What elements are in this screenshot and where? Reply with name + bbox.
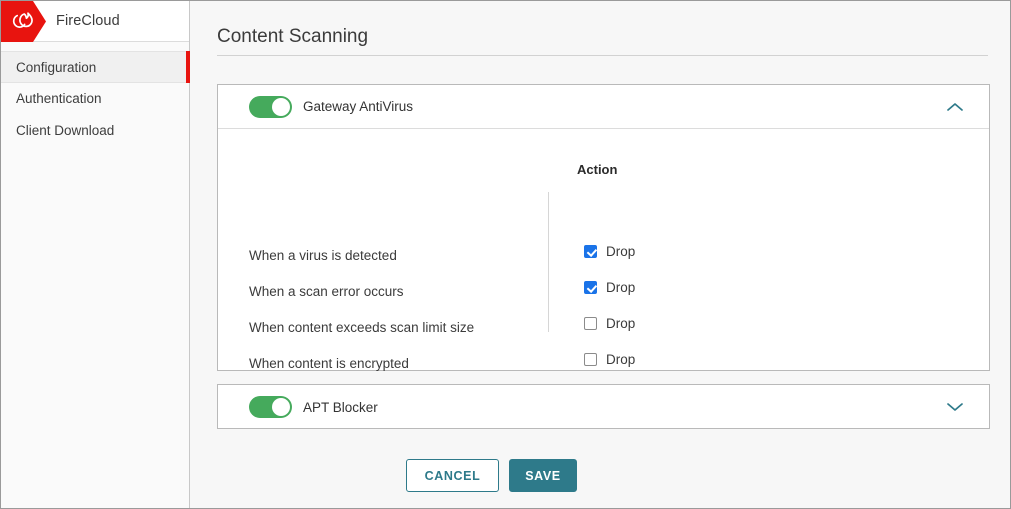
sidebar-item-label: Authentication	[16, 91, 102, 106]
checkbox-label: Drop	[606, 352, 635, 367]
checkbox-drop-virus-detected[interactable]	[584, 245, 597, 258]
title-divider	[217, 55, 988, 56]
checkbox-drop-scan-error[interactable]	[584, 281, 597, 294]
checkbox-label: Drop	[606, 316, 635, 331]
main-content: Content Scanning Gateway AntiVirus Actio…	[190, 1, 1010, 508]
row-label: When a scan error occurs	[249, 283, 404, 301]
sidebar-item-label: Configuration	[16, 60, 96, 75]
brand-header: FireCloud	[1, 1, 189, 42]
page-title: Content Scanning	[217, 26, 368, 48]
toggle-knob	[272, 98, 290, 116]
row-label: When a virus is detected	[249, 247, 397, 265]
panel-apt-blocker: APT Blocker	[217, 384, 990, 429]
save-button[interactable]: SAVE	[509, 459, 577, 492]
sidebar-item-label: Client Download	[16, 123, 114, 138]
panel-title-gateway-antivirus: Gateway AntiVirus	[303, 99, 413, 114]
sidebar-nav: Configuration Authentication Client Down…	[1, 42, 189, 147]
action-cell: Drop	[584, 352, 635, 367]
toggle-apt-blocker[interactable]	[249, 396, 292, 418]
toggle-knob	[272, 398, 290, 416]
checkbox-drop-scan-limit-exceeded[interactable]	[584, 317, 597, 330]
sidebar-item-configuration[interactable]: Configuration	[1, 51, 189, 83]
action-cell: Drop	[584, 280, 635, 295]
panel-gateway-antivirus: Gateway AntiVirus Action When a virus is…	[217, 84, 990, 371]
sidebar: FireCloud Configuration Authentication C…	[1, 1, 190, 508]
sidebar-item-authentication[interactable]: Authentication	[1, 83, 189, 115]
form-actions: CANCEL SAVE	[406, 459, 577, 492]
checkbox-drop-content-encrypted[interactable]	[584, 353, 597, 366]
chevron-up-icon[interactable]	[947, 85, 963, 129]
panel-title-apt-blocker: APT Blocker	[303, 400, 378, 415]
toggle-gateway-antivirus[interactable]	[249, 96, 292, 118]
chevron-down-icon[interactable]	[947, 385, 963, 429]
action-cell: Drop	[584, 316, 635, 331]
application-window: FireCloud Configuration Authentication C…	[0, 0, 1011, 509]
row-label: When content is encrypted	[249, 355, 409, 373]
panel-header-apt-blocker[interactable]: APT Blocker	[218, 385, 989, 429]
checkbox-label: Drop	[606, 244, 635, 259]
row-label: When content exceeds scan limit size	[249, 319, 474, 337]
action-cell: Drop	[584, 244, 635, 259]
cancel-button[interactable]: CANCEL	[406, 459, 499, 492]
panel-header-gateway-antivirus[interactable]: Gateway AntiVirus	[218, 85, 989, 129]
checkbox-label: Drop	[606, 280, 635, 295]
sidebar-item-client-download[interactable]: Client Download	[1, 115, 189, 147]
brand-name: FireCloud	[56, 13, 120, 29]
action-column-header: Action	[577, 162, 617, 177]
gateway-antivirus-rows: Action When a virus is detected When a s…	[218, 129, 989, 371]
firecloud-flame-logo-icon	[1, 1, 46, 42]
